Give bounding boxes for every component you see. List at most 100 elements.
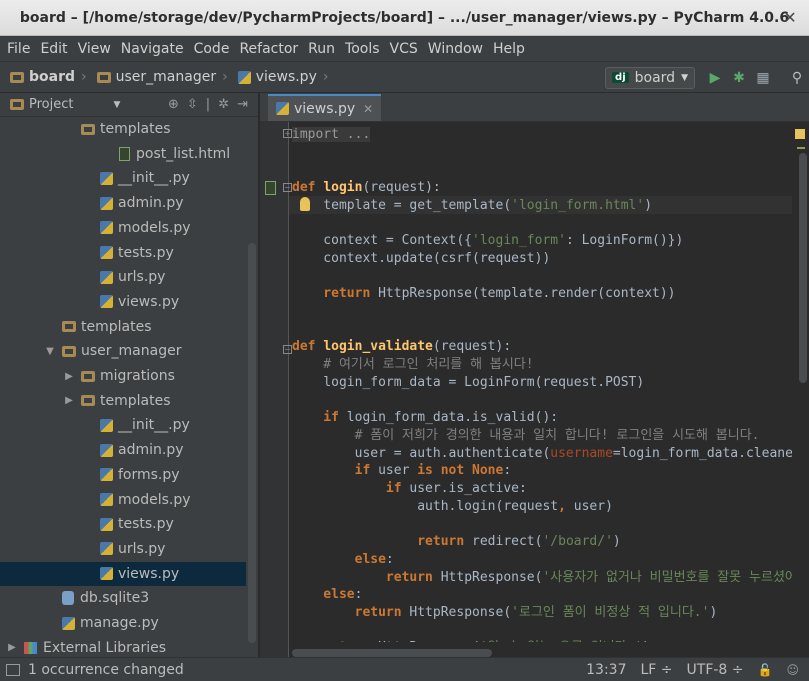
code-token: if xyxy=(292,410,347,426)
breadcrumb-views-py[interactable]: views.py › xyxy=(228,69,328,85)
menu-edit[interactable]: Edit xyxy=(35,36,72,62)
tree-item[interactable]: models.py xyxy=(0,216,246,240)
code-token: return xyxy=(292,604,410,620)
tree-item[interactable]: db.sqlite3 xyxy=(0,586,246,610)
sidebar-scrollbar[interactable] xyxy=(248,243,256,643)
window-titlebar: board – [/home/storage/dev/PycharmProjec… xyxy=(0,0,809,36)
code-token: import ... xyxy=(292,127,371,142)
tree-item[interactable]: __init__.py xyxy=(0,166,246,190)
gear-icon[interactable]: ✲ xyxy=(218,97,229,112)
tab-views-py[interactable]: views.py ✕ xyxy=(268,94,382,121)
code-token: auth.login(request xyxy=(292,498,559,514)
close-tab-icon[interactable]: ✕ xyxy=(363,102,373,116)
tree-item[interactable]: forms.py xyxy=(0,463,246,487)
tree-item[interactable]: __init__.py xyxy=(0,413,246,437)
tree-item[interactable]: templates xyxy=(0,315,246,339)
fold-collapse-icon[interactable]: − xyxy=(283,345,292,354)
tree-item[interactable]: views.py xyxy=(0,561,246,586)
run-icon[interactable]: ▶ xyxy=(703,67,727,89)
tree-item[interactable]: templates xyxy=(0,117,246,141)
run-toolbar: dj board ▼ ▶ ✱ ▦ ⚲ xyxy=(605,62,809,93)
menu-refactor[interactable]: Refactor xyxy=(234,36,303,62)
python-file-icon xyxy=(100,567,113,581)
code-token: ) xyxy=(642,640,650,642)
error-stripe-mark[interactable] xyxy=(797,147,805,149)
code-line: return HttpResponse('알 수 없는 오류 입니다.') xyxy=(292,639,650,642)
expand-arrow-icon[interactable]: ▶ xyxy=(63,395,75,406)
menu-file[interactable]: File xyxy=(2,36,35,62)
expand-arrow-icon[interactable]: ▶ xyxy=(6,642,18,653)
code-token: ) xyxy=(612,534,621,550)
collapse-all-icon[interactable]: ⇳ xyxy=(187,97,198,112)
debug-icon[interactable]: ✱ xyxy=(727,67,751,89)
code-token: if xyxy=(292,463,379,479)
tree-item[interactable]: ▶ migrations xyxy=(0,364,246,388)
breadcrumb-user-manager[interactable]: user_manager › xyxy=(87,69,228,85)
menu-tools[interactable]: Tools xyxy=(340,36,385,62)
menu-code[interactable]: Code xyxy=(189,36,235,62)
python-file-icon xyxy=(100,468,113,482)
code-token: , xyxy=(558,498,574,514)
menu-window[interactable]: Window xyxy=(423,36,488,62)
crosshair-icon[interactable]: ⊕ xyxy=(168,97,179,112)
editor-vertical-scrollbar[interactable] xyxy=(799,153,807,383)
code-line: return HttpResponse('사용자가 없거나 비밀번호를 잘못 누… xyxy=(292,569,792,587)
code-token: is not None xyxy=(417,463,504,479)
fold-collapse-icon[interactable]: − xyxy=(283,183,292,192)
inspection-status-icon[interactable] xyxy=(795,129,805,139)
project-view-select[interactable]: Project xyxy=(29,97,73,112)
code-token: # 폼이 저희가 경의한 내용과 일치 합니다! 로그인을 시도해 봅니다. xyxy=(292,427,760,443)
tree-item[interactable]: tests.py xyxy=(0,241,246,265)
window-close-button[interactable]: ✕ xyxy=(781,9,799,27)
expand-arrow-icon[interactable]: ▼ xyxy=(44,346,56,357)
tree-item-label: admin.py xyxy=(118,195,184,212)
coverage-icon[interactable]: ▦ xyxy=(751,67,775,89)
search-icon[interactable]: ⚲ xyxy=(785,67,809,89)
code-editor[interactable]: import ... def login(request): template =… xyxy=(292,122,792,642)
menu-help[interactable]: Help xyxy=(488,36,530,62)
folder-icon xyxy=(96,71,111,83)
code-line: login_form_data = LoginForm(request.POST… xyxy=(292,374,644,392)
menu-navigate[interactable]: Navigate xyxy=(116,36,189,62)
chevron-down-icon[interactable]: ▼ xyxy=(113,100,120,110)
menu-view[interactable]: View xyxy=(73,36,116,62)
template-file-gutter-icon[interactable] xyxy=(265,181,276,195)
tree-item[interactable]: admin.py xyxy=(0,191,246,215)
tree-item[interactable]: ▼ user_manager xyxy=(0,339,246,363)
folder-icon xyxy=(81,370,95,382)
breadcrumb-board[interactable]: board › xyxy=(0,69,87,85)
code-line: context = Context({'login_form': LoginFo… xyxy=(292,232,683,250)
python-file-icon xyxy=(62,616,75,630)
tree-item[interactable]: post_list.html xyxy=(0,142,246,166)
line-separator-select[interactable]: LF ÷ xyxy=(640,662,672,678)
tree-item[interactable]: ▶ External Libraries xyxy=(0,636,246,657)
fold-expand-icon[interactable]: + xyxy=(283,129,292,138)
encoding-select[interactable]: UTF-8 ÷ xyxy=(687,662,744,678)
tree-item[interactable]: urls.py xyxy=(0,265,246,289)
lock-icon[interactable]: 🔓 xyxy=(758,663,773,677)
tree-item[interactable]: views.py xyxy=(0,290,246,314)
tree-item[interactable]: manage.py xyxy=(0,611,246,635)
tool-windows-icon[interactable] xyxy=(6,663,20,676)
code-line: else: xyxy=(292,586,362,604)
tree-item[interactable]: models.py xyxy=(0,488,246,512)
code-token: (request): xyxy=(362,180,441,196)
inspector-icon[interactable]: ☺ xyxy=(786,663,799,677)
tree-item[interactable]: admin.py xyxy=(0,438,246,462)
hide-panel-icon[interactable]: ⇥ xyxy=(237,97,248,112)
tree-item[interactable]: tests.py xyxy=(0,512,246,536)
expand-arrow-icon[interactable]: ▶ xyxy=(63,371,75,382)
python-file-icon xyxy=(100,246,113,259)
run-configuration-select[interactable]: dj board ▼ xyxy=(605,66,695,89)
code-token: username xyxy=(550,445,613,461)
code-line: return HttpResponse(template.render(cont… xyxy=(292,285,675,303)
folder-icon xyxy=(62,321,76,333)
editor-gutter[interactable] xyxy=(260,122,289,657)
menu-vcs[interactable]: VCS xyxy=(385,36,423,62)
tree-item[interactable]: urls.py xyxy=(0,537,246,561)
tree-item[interactable]: ▶ templates xyxy=(0,389,246,413)
menu-run[interactable]: Run xyxy=(303,36,340,62)
code-line: return HttpResponse('로그인 폼이 비정상 적 입니다.') xyxy=(292,604,718,622)
caret-position[interactable]: 13:37 xyxy=(586,662,626,678)
editor-horizontal-scrollbar[interactable] xyxy=(292,649,492,657)
